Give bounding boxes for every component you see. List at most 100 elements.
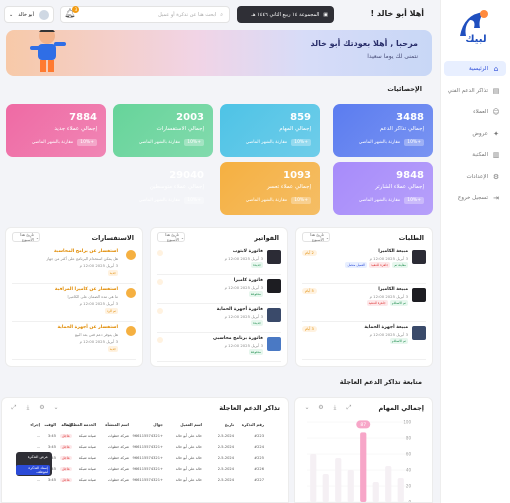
home-icon: ⌂: [493, 64, 499, 73]
stat-compare: +10% مقارنة بالشهر الماضي: [359, 197, 424, 204]
table-cell: 3:45: [47, 478, 56, 482]
chevron-down-icon: ⌄: [180, 234, 184, 240]
table-cell: شركة خطوات: [107, 478, 129, 482]
sidebar-item-2[interactable]: ☺ العملاء: [444, 104, 506, 119]
chart-bar[interactable]: [322, 474, 329, 502]
invoice-row[interactable]: فاتورة برنامج محاسبي 3 أبريل 2025 12:00 م…: [157, 335, 281, 362]
sidebar-item-label: المكتبة: [472, 151, 488, 158]
sidebar-item-3[interactable]: ✦ عروض: [444, 126, 506, 141]
chart-bar[interactable]: [335, 458, 342, 502]
invoice-meta: 3 أبريل 2025 12:00 م: [224, 343, 263, 348]
bell-icon[interactable]: 🔔︎ 3: [64, 6, 80, 19]
table-cell[interactable]: ...: [37, 434, 40, 438]
table-header: اسم العميل: [180, 422, 202, 427]
inquiry-row[interactable]: استفسار عن أجهزة الحماية هل يتوفر دعم فني…: [12, 324, 136, 360]
table-cell: #223: [254, 434, 264, 438]
stat-label: إجمالي المهام: [279, 126, 311, 132]
banner-subtitle: نتمنى لك يوما سعيدا: [367, 53, 418, 60]
download-icon[interactable]: ⤓: [24, 404, 32, 412]
table-cell: #225: [254, 456, 264, 460]
settings-icon[interactable]: ⚙: [38, 404, 46, 412]
invoice-row[interactable]: فاتورة لابتوب 3 أبريل 2025 12:00 م جديدة: [157, 248, 281, 275]
camera-icon: [412, 326, 426, 340]
inquiry-row[interactable]: استفسار عن كاميرا المراقبة ما هي مدة الضم…: [12, 286, 136, 322]
sidebar-item-6[interactable]: ⇥ تسجيل خروج: [444, 190, 506, 205]
popup-assign-ticket[interactable]: إسناد التذكرة لموظف: [16, 465, 50, 475]
request-row[interactable]: مبيعة الكاميرا 3 أبريل 2025 12:00 م تم الا…: [302, 286, 426, 322]
camera-icon: [412, 250, 426, 264]
invoice-row[interactable]: فاتورة كاميرا 3 أبريل 2025 12:00 م مدفوعة: [157, 277, 281, 304]
table-cell: صيانة شبكة: [78, 467, 96, 471]
request-tag: جاهزة للتنفيذ: [366, 300, 388, 306]
search-input[interactable]: ⌕ ابحث هنا عن تذكرة أو عميل: [60, 6, 230, 23]
chart-bar[interactable]: [397, 478, 404, 502]
stat-value: 7884: [69, 112, 97, 123]
expand-icon[interactable]: ⤢: [10, 404, 18, 412]
popup-view-ticket[interactable]: عرض التذكرة: [28, 455, 48, 459]
inquiry-status: جديد: [107, 346, 118, 352]
requests-filter[interactable]: ⌄ تاريخ هذا الأسبوع: [302, 232, 330, 242]
inquiry-status: جديد: [107, 270, 118, 276]
expand-icon[interactable]: ⤢: [345, 404, 353, 412]
stat-compare-label: مقارنة بالشهر الماضي: [245, 198, 288, 203]
date-badge-text: المجموعة ١٤ ربيع الثاني ١٤٤٦ هـ: [251, 11, 320, 18]
stat-card: 1093 إجمالي عملاء تعسر +10% مقارنة بالشهر ا…: [220, 162, 320, 215]
inquiry-meta: 3 أبريل 2025 12:00 م: [79, 339, 118, 344]
sidebar-item-4[interactable]: ▥ المكتبة: [444, 147, 506, 162]
table-cell: خالد علي أبو خالد: [175, 456, 202, 460]
table-cell: #224: [254, 445, 264, 449]
chart-bar[interactable]: [372, 482, 379, 502]
stat-percent: +10%: [291, 139, 311, 146]
table-cell: عاجل: [59, 478, 72, 482]
settings-icon[interactable]: ⚙: [317, 404, 325, 412]
filter-icon[interactable]: ⌄: [52, 404, 60, 412]
invoice-row[interactable]: فاتورة أجهزة الحماية 3 أبريل 2025 12:00 م…: [157, 306, 281, 333]
inquiry-desc: ما هي مدة الضمان على الكاميرا: [67, 294, 118, 299]
inquiries-filter[interactable]: ⌄ تاريخ هذا الأسبوع: [12, 232, 40, 242]
sidebar-item-label: الإعدادات: [466, 173, 488, 180]
inquiries-title: الاستفسارات: [91, 234, 134, 242]
download-icon[interactable]: ⤓: [331, 404, 339, 412]
request-row[interactable]: مبيعة أجهزة الحماية 3 أبريل 2025 12:00 مت…: [302, 324, 426, 360]
stat-value: 2003: [176, 112, 204, 123]
invoices-filter-label: تاريخ هذا الأسبوع: [165, 232, 179, 242]
filter-icon[interactable]: ⌄: [303, 404, 311, 412]
stat-compare-label: مقارنة بالشهر الماضي: [31, 140, 74, 145]
search-icon: ⌕: [220, 11, 223, 18]
table-cell: 2-5-2024: [217, 434, 234, 438]
table-cell: 3:45: [47, 445, 56, 449]
chart-bar[interactable]: [360, 432, 367, 502]
table-cell: +966115574321: [132, 478, 163, 482]
sidebar-item-0[interactable]: ⌂ الرئيسية: [444, 61, 506, 76]
invoices-filter[interactable]: ⌄ تاريخ هذا الأسبوع: [157, 232, 185, 242]
stat-percent: +10%: [291, 197, 311, 204]
table-cell: خالد علي أبو خالد: [175, 478, 202, 482]
user-menu[interactable]: أبو خالد ⌄: [4, 6, 54, 23]
request-row[interactable]: مبيعة الكاميرا 3 أبريل 2025 12:00 م معاينة…: [302, 248, 426, 284]
table-cell: 2-5-2024: [217, 445, 234, 449]
table-cell[interactable]: ...: [37, 445, 40, 449]
followup-title: متابعة تذاكر الدعم العاجلة: [339, 378, 422, 386]
stat-label: إجمالي عملاء تعسر: [267, 184, 311, 190]
inquiry-row[interactable]: استفسار عن برامج المحاسبة هل يمكن استخدام…: [12, 248, 136, 284]
request-tags: معاينة تم جاهزة للتنفيذ العميل متصل: [345, 262, 408, 268]
table-cell[interactable]: ...: [37, 478, 40, 482]
table-cell: 3:45: [47, 434, 56, 438]
sidebar-item-label: عروض: [472, 130, 488, 137]
stat-compare: +10% مقارنة بالشهر الماضي: [32, 139, 97, 146]
sidebar-item-5[interactable]: ⚙ الإعدادات: [444, 169, 506, 184]
invoice-tags: جديدة: [251, 320, 263, 326]
sidebar-item-1[interactable]: ▤ تذاكر الدعم الفني: [444, 83, 506, 98]
invoice-tags: مدفوعة: [248, 349, 263, 355]
chart-bar[interactable]: [347, 470, 354, 502]
stat-compare: +10% مقارنة بالشهر الماضي: [246, 197, 311, 204]
header: أهلا أبو خالد ! ▣ المجموعة ١٤ ربيع الثان…: [0, 0, 440, 30]
stat-value: 9848: [396, 170, 424, 181]
inquiry-desc: هل يمكن استخدام البرنامج على أكثر من جها…: [46, 256, 118, 261]
stat-compare: +10% مقارنة بالشهر الماضي: [359, 139, 424, 146]
chart-bar[interactable]: [385, 466, 392, 502]
request-tag: معاينة تم: [392, 262, 408, 268]
stat-label: إجمالي الاستفسارات: [156, 126, 204, 132]
invoice-meta: 3 أبريل 2025 12:00 م: [224, 314, 263, 319]
chart-bar[interactable]: [310, 454, 317, 502]
